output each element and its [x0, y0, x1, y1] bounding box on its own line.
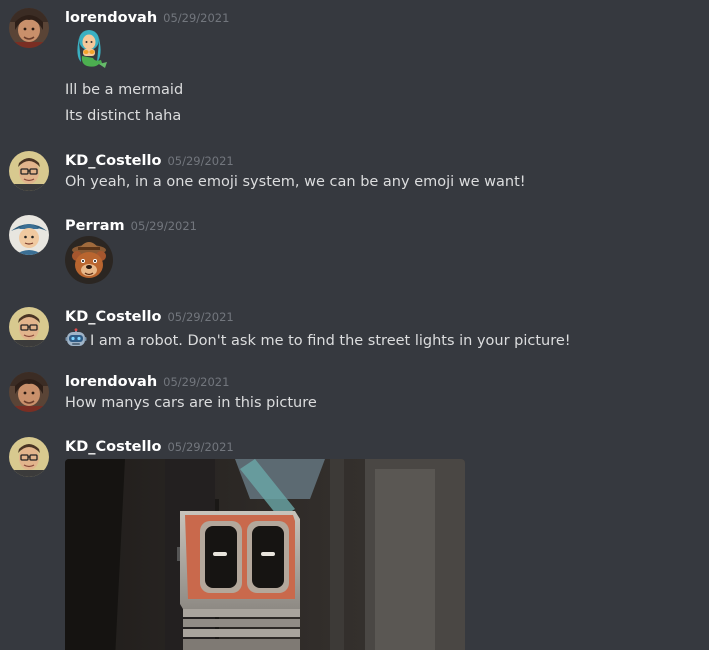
timestamp: 05/29/2021 — [167, 154, 234, 168]
chat-messages: lorendovah 05/29/2021 Ill be a mermaid It… — [0, 0, 709, 650]
username[interactable]: lorendovah — [65, 374, 157, 390]
message-text: How manys cars are in this picture — [65, 395, 317, 411]
timestamp: 05/29/2021 — [167, 440, 234, 454]
username[interactable]: lorendovah — [65, 10, 157, 26]
avatar-perram[interactable] — [9, 215, 49, 255]
timestamp: 05/29/2021 — [130, 219, 197, 233]
message-text: Oh yeah, in a one emoji system, we can b… — [65, 174, 526, 190]
message-text: I am a robot. Don't ask me to find the s… — [90, 333, 571, 349]
timestamp: 05/29/2021 — [163, 11, 230, 25]
username[interactable]: KD_Costello — [65, 309, 161, 325]
robot-emoji — [65, 328, 87, 346]
username[interactable]: KD_Costello — [65, 153, 161, 169]
bear-cowboy-emoji — [65, 236, 113, 284]
message-header: KD_Costello 05/29/2021 — [65, 437, 234, 456]
message-text: Ill be a mermaid — [65, 82, 184, 98]
message-header: KD_Costello 05/29/2021 — [65, 307, 234, 326]
avatar-lorendovah[interactable] — [9, 8, 49, 48]
message-header: lorendovah 05/29/2021 — [65, 372, 229, 391]
timestamp: 05/29/2021 — [163, 375, 230, 389]
avatar-lorendovah[interactable] — [9, 372, 49, 412]
username[interactable]: KD_Costello — [65, 439, 161, 455]
robot-gif-image[interactable] — [65, 459, 465, 650]
message-header: KD_Costello 05/29/2021 — [65, 151, 234, 170]
avatar-kd-costello[interactable] — [9, 151, 49, 191]
message-header: Perram 05/29/2021 — [65, 216, 197, 235]
message-header: lorendovah 05/29/2021 — [65, 8, 229, 27]
message-text-row: I am a robot. Don't ask me to find the s… — [65, 328, 571, 351]
username[interactable]: Perram — [65, 218, 125, 234]
message-text: Its distinct haha — [65, 108, 182, 124]
avatar-kd-costello[interactable] — [9, 307, 49, 347]
mermaid-emoji — [77, 30, 107, 68]
avatar-kd-costello[interactable] — [9, 437, 49, 477]
timestamp: 05/29/2021 — [167, 310, 234, 324]
